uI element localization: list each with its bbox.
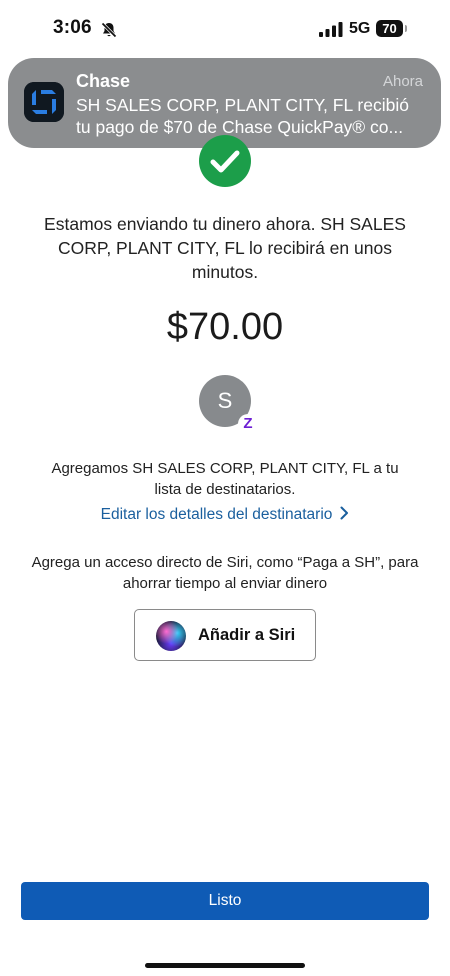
signal-icon: [319, 22, 343, 37]
success-checkmark-icon: [199, 135, 251, 187]
add-to-siri-button[interactable]: Añadir a Siri: [134, 609, 316, 661]
done-button[interactable]: Listo: [21, 882, 429, 920]
notification-line-1: SH SALES CORP, PLANT CITY, FL recibió: [76, 95, 409, 115]
payment-amount: $70.00: [166, 306, 284, 348]
zelle-icon: Z: [238, 414, 258, 434]
siri-shortcut-text: Agrega un acceso directo de Siri, como “…: [31, 554, 419, 592]
battery-icon: 70: [376, 20, 403, 37]
network-label: 5G: [349, 20, 371, 37]
status-time: 3:06: [53, 17, 92, 38]
add-to-siri-label: Añadir a Siri: [198, 626, 296, 644]
siri-orb-icon: [156, 621, 186, 651]
battery-cap: [405, 25, 407, 32]
notification-time: Ahora: [382, 73, 423, 90]
notification-app-name: Chase: [76, 71, 131, 91]
notification-body: SH SALES CORP, PLANT CITY, FL recibió tu…: [76, 94, 426, 138]
status-bar: 3:06 5G 70: [0, 0, 450, 60]
notification-line-2: tu pago de $70 de Chase QuickPay® co...: [76, 117, 404, 137]
edit-recipient-label: Editar los detalles del destinatario: [100, 506, 333, 523]
bell-off-icon: [101, 22, 117, 38]
chevron-right-icon: [340, 506, 349, 520]
recipient-added-text: Agregamos SH SALES CORP, PLANT CITY, FL …: [51, 460, 399, 498]
confirmation-message: Estamos enviando tu dinero ahora. SH SAL…: [44, 214, 406, 282]
checkmark-icon: [210, 150, 240, 173]
chase-logo-icon: [24, 82, 64, 122]
home-indicator[interactable]: [145, 963, 305, 968]
edit-recipient-link[interactable]: Editar los detalles del destinatario: [0, 506, 450, 524]
